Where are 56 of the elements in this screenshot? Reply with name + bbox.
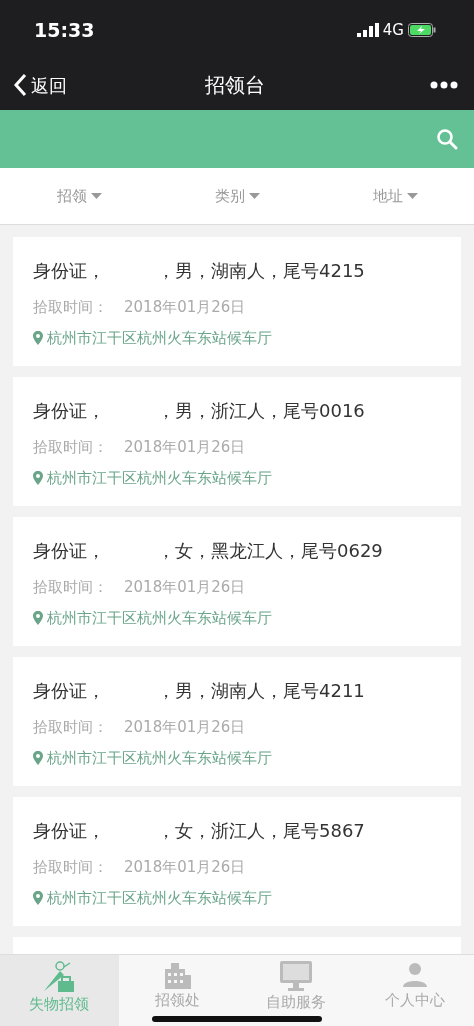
location-pin-icon bbox=[33, 890, 43, 905]
caret-down-icon bbox=[90, 193, 102, 199]
item-title: ，女，浙江人，尾号5867 bbox=[157, 819, 365, 843]
item-title: 身份证， bbox=[33, 259, 105, 283]
pickup-date: 2018年01月26日 bbox=[124, 297, 246, 318]
more-icon[interactable] bbox=[430, 81, 458, 89]
item-title: 身份证， bbox=[33, 679, 105, 703]
item-card[interactable]: 身份证， ，男，浙江人，尾号0016 拾取时间： 2018年01月26日 杭州市江干区杭州火车东站候车厅 bbox=[13, 377, 461, 506]
pickup-label: 拾取时间： bbox=[33, 437, 108, 458]
building-icon bbox=[164, 961, 191, 989]
monitor-icon bbox=[280, 961, 313, 991]
location-text: 杭州市江干区杭州火车东站候车厅 bbox=[47, 887, 272, 909]
item-card[interactable]: 身份证， ，女，浙江人，尾号5867 拾取时间： 2018年01月26日 杭州市江干区杭州火车东站候车厅 bbox=[13, 797, 461, 926]
network-label: 4G bbox=[382, 19, 404, 41]
filter-dropdown[interactable]: 地址 bbox=[366, 183, 424, 209]
filter-dropdown[interactable]: 类别 bbox=[208, 183, 266, 209]
back-button[interactable]: 返回 bbox=[12, 70, 68, 100]
status-time: 15:33 bbox=[34, 17, 95, 43]
item-title: 身份证， bbox=[33, 539, 105, 563]
filter-dropdown[interactable]: 招领 bbox=[50, 183, 108, 209]
chevron-left-icon bbox=[13, 73, 27, 97]
tab-item[interactable]: 招领处 bbox=[118, 955, 237, 1026]
item-card[interactable]: 身份证， ，男，湖南人，尾号4215 拾取时间： 2018年01月26日 杭州市江干区杭州火车东站候车厅 bbox=[13, 237, 461, 366]
item-card[interactable]: 身份证， ，男，湖南人，尾号4211 拾取时间： 2018年01月26日 杭州市江干区杭州火车东站候车厅 bbox=[13, 657, 461, 786]
location-pin-icon bbox=[33, 470, 43, 485]
item-title: ，男，浙江人，尾号0016 bbox=[157, 399, 365, 423]
umbrella-bag-icon bbox=[42, 961, 77, 993]
item-title: ，女，黑龙江人，尾号0629 bbox=[157, 539, 383, 563]
pickup-date: 2018年01月26日 bbox=[124, 577, 246, 598]
location-text: 杭州市江干区杭州火车东站候车厅 bbox=[47, 747, 272, 769]
user-icon bbox=[400, 961, 429, 989]
location-text: 杭州市江干区杭州火车东站候车厅 bbox=[47, 327, 272, 349]
item-title: ，男，湖南人，尾号4211 bbox=[157, 679, 365, 703]
location-text: 杭州市江干区杭州火车东站候车厅 bbox=[47, 607, 272, 629]
pickup-label: 拾取时间： bbox=[33, 857, 108, 878]
location-text: 杭州市江干区杭州火车东站候车厅 bbox=[47, 467, 272, 489]
item-title: ，男，湖南人，尾号4215 bbox=[157, 259, 365, 283]
location-pin-icon bbox=[33, 750, 43, 765]
pickup-label: 拾取时间： bbox=[33, 297, 108, 318]
item-title: 身份证， bbox=[33, 399, 105, 423]
location-pin-icon bbox=[33, 330, 43, 345]
location-pin-icon bbox=[33, 610, 43, 625]
item-card[interactable]: 身份证， ，女，黑龙江人，尾号0629 拾取时间： 2018年01月26日 杭州市江干区杭州火车东站候车厅 bbox=[13, 517, 461, 646]
tab-item[interactable]: 失物招领 bbox=[0, 955, 119, 1026]
page-title: 招领台 bbox=[205, 72, 265, 99]
item-title: 身份证， bbox=[33, 819, 105, 843]
pickup-date: 2018年01月26日 bbox=[124, 437, 246, 458]
caret-down-icon bbox=[406, 193, 418, 199]
pickup-date: 2018年01月26日 bbox=[124, 857, 246, 878]
tab-item[interactable]: 个人中心 bbox=[355, 955, 474, 1026]
pickup-date: 2018年01月26日 bbox=[124, 717, 246, 738]
pickup-label: 拾取时间： bbox=[33, 717, 108, 738]
caret-down-icon bbox=[248, 193, 260, 199]
signal-icon bbox=[356, 23, 379, 37]
pickup-label: 拾取时间： bbox=[33, 577, 108, 598]
battery-icon bbox=[408, 23, 436, 37]
